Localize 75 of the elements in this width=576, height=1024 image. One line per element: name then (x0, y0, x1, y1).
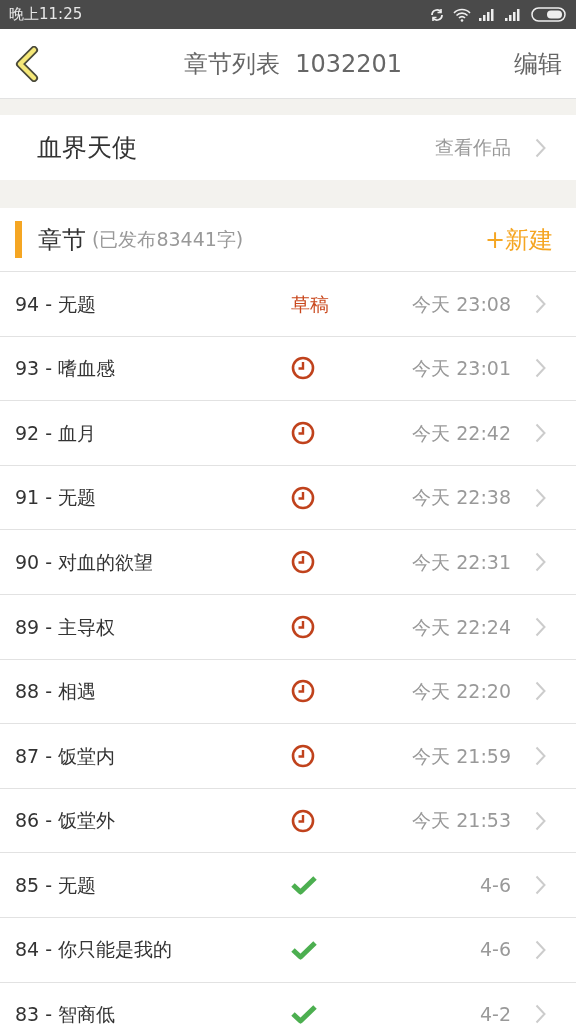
clock-icon (291, 743, 315, 768)
status-time: 晚上11:25 (9, 4, 83, 26)
clock-icon (291, 614, 315, 639)
signal-icon (479, 8, 497, 21)
chapter-row[interactable]: 86 - 饭堂外 今天 21:53 (0, 788, 576, 854)
chapter-title: 89 - 主导权 (15, 614, 117, 640)
chapter-row[interactable]: 92 - 血月 今天 22:42 (0, 401, 576, 466)
chapter-time: 4-6 (478, 937, 511, 963)
chapter-time: 今天 22:31 (411, 549, 511, 575)
sync-icon (429, 6, 445, 23)
page-title: 章节列表 1032201 (183, 48, 403, 80)
check-icon (291, 875, 317, 896)
chapter-row[interactable]: 84 - 你只能是我的 4-6 (0, 917, 576, 983)
chapter-time: 今天 22:38 (411, 485, 511, 511)
chapter-time: 今天 23:01 (411, 356, 511, 382)
chapter-title: 94 - 无题 (15, 291, 98, 317)
chapter-time: 今天 21:59 (411, 743, 511, 769)
chapter-row[interactable]: 88 - 相遇 今天 22:20 (0, 659, 576, 725)
chapter-row[interactable]: 90 - 对血的欲望 今天 22:31 (0, 530, 576, 595)
wifi-icon (453, 7, 471, 22)
chapter-time: 今天 22:20 (411, 679, 511, 705)
chevron-icon (535, 810, 546, 831)
chevron-icon (535, 293, 546, 314)
clock-icon (291, 421, 315, 445)
chapter-row[interactable]: 93 - 嗜血感 今天 23:01 (0, 336, 576, 402)
chapter-row[interactable]: 89 - 主导权 今天 22:24 (0, 594, 576, 660)
chapter-title: 85 - 无题 (15, 872, 98, 898)
back-icon (14, 45, 40, 82)
chapter-row[interactable]: 85 - 无题 4-6 (0, 853, 576, 918)
clock-icon (291, 679, 315, 704)
chevron-icon (535, 681, 546, 702)
chapter-title: 83 - 智商低 (15, 1002, 117, 1024)
accent-bar (15, 221, 22, 258)
check-icon (291, 1004, 317, 1024)
chapter-time: 今天 23:08 (411, 291, 511, 317)
clock-icon (291, 485, 315, 510)
chevron-icon (535, 1004, 546, 1024)
clock-icon (291, 808, 315, 833)
chevron-icon (535, 939, 546, 960)
clock-icon (291, 550, 315, 575)
chevron-icon (535, 137, 546, 158)
chevron-icon (535, 616, 546, 637)
section-title: 章节 (38, 224, 86, 256)
book-title: 血界天使 (37, 131, 137, 164)
chevron-icon (535, 875, 546, 896)
draft-label: 草稿 (291, 291, 329, 317)
chapter-time: 今天 22:24 (411, 614, 511, 640)
chapter-title: 88 - 相遇 (15, 679, 98, 705)
chevron-icon (535, 423, 546, 443)
chapter-time: 今天 21:53 (411, 808, 511, 834)
chapter-time: 4-2 (478, 1002, 511, 1024)
check-icon (291, 939, 317, 960)
chapter-row[interactable]: 83 - 智商低 4-2 (0, 982, 576, 1024)
chapter-title: 84 - 你只能是我的 (15, 937, 174, 963)
chevron-icon (535, 552, 546, 573)
clock-icon (291, 356, 315, 381)
chapter-row[interactable]: 91 - 无题 今天 22:38 (0, 465, 576, 531)
chapter-title: 92 - 血月 (15, 420, 98, 446)
chapter-title: 87 - 饭堂内 (15, 743, 117, 769)
chapter-title: 91 - 无题 (15, 485, 98, 511)
chapter-title: 90 - 对血的欲望 (15, 549, 155, 575)
chevron-icon (535, 358, 546, 379)
word-count: (已发布83441字) (92, 227, 244, 253)
chapter-title: 86 - 饭堂外 (15, 808, 117, 834)
chapter-row[interactable]: 87 - 饭堂内 今天 21:59 (0, 724, 576, 789)
chapter-time: 今天 22:42 (411, 420, 511, 446)
chapter-title: 93 - 嗜血感 (15, 356, 117, 382)
signal-icon (505, 8, 523, 21)
chevron-icon (535, 487, 546, 508)
battery-icon (531, 7, 567, 22)
chevron-icon (535, 745, 546, 766)
edit-button[interactable]: 编辑 (514, 45, 562, 82)
chapter-time: 4-6 (478, 872, 511, 898)
chapter-row[interactable]: 94 - 无题 草稿 今天 23:08 (0, 272, 576, 337)
book-row[interactable]: 血界天使 查看作品 (0, 115, 576, 180)
